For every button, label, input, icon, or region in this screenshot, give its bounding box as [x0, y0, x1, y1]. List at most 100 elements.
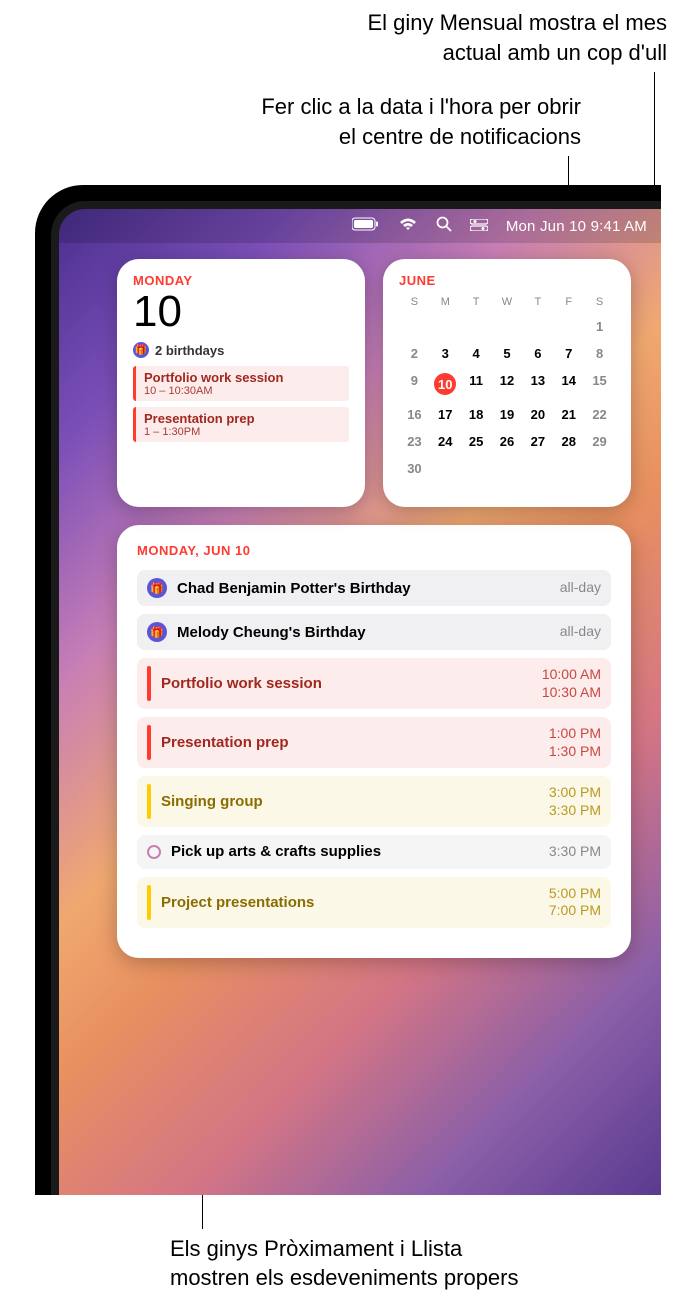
battery-icon[interactable] — [352, 217, 380, 235]
month-day: 12 — [492, 368, 523, 400]
month-day: 22 — [584, 402, 615, 427]
birthdays-row: 🎁 2 birthdays — [133, 342, 349, 358]
month-dow: S — [399, 296, 430, 312]
event-title: Presentation prep — [161, 734, 549, 751]
month-day: 17 — [430, 402, 461, 427]
callout-list-widget: Els ginys Pròximament i Llista mostren e… — [170, 1234, 519, 1293]
today-event: Presentation prep1 – 1:30PM — [133, 407, 349, 442]
list-widget[interactable]: MONDAY, JUN 10 🎁 Chad Benjamin Potter's B… — [117, 525, 631, 958]
list-event-row: 🎁 Melody Cheung's Birthdayall-day — [137, 614, 611, 650]
list-event-row: 🎁 Chad Benjamin Potter's Birthdayall-day — [137, 570, 611, 606]
month-day — [553, 456, 584, 481]
month-day: 6 — [522, 341, 553, 366]
event-time: all-day — [560, 579, 601, 597]
gift-icon: 🎁 — [147, 622, 167, 642]
event-title: Portfolio work session — [161, 675, 542, 692]
month-day: 20 — [522, 402, 553, 427]
birthdays-count: 2 birthdays — [155, 343, 224, 358]
month-day — [430, 456, 461, 481]
today-day-label: MONDAY — [133, 273, 349, 288]
event-color-bar — [147, 666, 151, 701]
month-day: 25 — [461, 429, 492, 454]
list-event-row: Portfolio work session10:00 AM10:30 AM — [137, 658, 611, 709]
event-time: all-day — [560, 623, 601, 641]
event-time: 3:30 PM — [549, 843, 601, 861]
list-header: MONDAY, JUN 10 — [137, 543, 611, 558]
month-day: 23 — [399, 429, 430, 454]
month-day: 4 — [461, 341, 492, 366]
desktop: Mon Jun 10 9:41 AM MONDAY 10 🎁 2 birthda… — [59, 209, 661, 1195]
event-time: 10:00 AM10:30 AM — [542, 666, 601, 701]
today-event: Portfolio work session10 – 10:30AM — [133, 366, 349, 401]
month-dow: F — [553, 296, 584, 312]
list-event-row: Presentation prep1:00 PM1:30 PM — [137, 717, 611, 768]
gift-icon: 🎁 — [147, 578, 167, 598]
month-day — [461, 314, 492, 339]
month-dow: W — [492, 296, 523, 312]
screen-bezel: Mon Jun 10 9:41 AM MONDAY 10 🎁 2 birthda… — [51, 201, 661, 1195]
month-day — [492, 314, 523, 339]
event-time: 1:00 PM1:30 PM — [549, 725, 601, 760]
month-day: 28 — [553, 429, 584, 454]
event-title: Presentation prep — [144, 411, 341, 426]
month-day: 9 — [399, 368, 430, 400]
month-dow: S — [584, 296, 615, 312]
month-day: 19 — [492, 402, 523, 427]
month-day — [399, 314, 430, 339]
month-day: 27 — [522, 429, 553, 454]
today-date-number: 10 — [133, 290, 349, 334]
list-event-row: Project presentations5:00 PM7:00 PM — [137, 877, 611, 928]
month-day — [492, 456, 523, 481]
month-day: 13 — [522, 368, 553, 400]
month-day: 26 — [492, 429, 523, 454]
month-day: 3 — [430, 341, 461, 366]
month-day — [522, 314, 553, 339]
month-day: 11 — [461, 368, 492, 400]
search-icon[interactable] — [436, 216, 452, 236]
control-center-icon[interactable] — [470, 218, 488, 235]
wifi-icon[interactable] — [398, 217, 418, 235]
event-title: Project presentations — [161, 894, 549, 911]
month-day: 21 — [553, 402, 584, 427]
month-dow: T — [522, 296, 553, 312]
widgets-area: MONDAY 10 🎁 2 birthdays Portfolio work s… — [117, 259, 631, 958]
month-dow: T — [461, 296, 492, 312]
event-time: 10 – 10:30AM — [144, 385, 341, 397]
event-time: 3:00 PM3:30 PM — [549, 784, 601, 819]
month-day — [584, 456, 615, 481]
month-day: 30 — [399, 456, 430, 481]
month-day: 7 — [553, 341, 584, 366]
month-day — [553, 314, 584, 339]
event-title: Pick up arts & crafts supplies — [171, 843, 549, 860]
month-dow: M — [430, 296, 461, 312]
event-color-bar — [147, 784, 151, 819]
callout-clock: Fer clic a la data i l'hora per obrir el… — [261, 92, 581, 151]
event-title: Melody Cheung's Birthday — [177, 624, 560, 641]
month-day — [461, 456, 492, 481]
month-day — [522, 456, 553, 481]
month-day: 18 — [461, 402, 492, 427]
reminder-circle-icon — [147, 845, 161, 859]
today-widget[interactable]: MONDAY 10 🎁 2 birthdays Portfolio work s… — [117, 259, 365, 507]
event-title: Chad Benjamin Potter's Birthday — [177, 580, 560, 597]
event-title: Portfolio work session — [144, 370, 341, 385]
month-day: 2 — [399, 341, 430, 366]
month-day: 15 — [584, 368, 615, 400]
month-day: 24 — [430, 429, 461, 454]
month-day: 14 — [553, 368, 584, 400]
month-day: 10 — [430, 368, 461, 400]
menubar-clock[interactable]: Mon Jun 10 9:41 AM — [506, 218, 647, 235]
event-time: 1 – 1:30PM — [144, 426, 341, 438]
list-event-row: Pick up arts & crafts supplies3:30 PM — [137, 835, 611, 869]
month-grid: SMTWTFS 12345678910111213141516171819202… — [399, 296, 615, 481]
month-widget[interactable]: JUNE SMTWTFS 123456789101112131415161718… — [383, 259, 631, 507]
callout-monthly-widget: El giny Mensual mostra el mes actual amb… — [367, 8, 667, 67]
month-day: 29 — [584, 429, 615, 454]
device-frame: Mon Jun 10 9:41 AM MONDAY 10 🎁 2 birthda… — [35, 185, 661, 1195]
event-color-bar — [147, 725, 151, 760]
month-day — [430, 314, 461, 339]
gift-icon: 🎁 — [133, 342, 149, 358]
month-day: 16 — [399, 402, 430, 427]
month-day: 5 — [492, 341, 523, 366]
list-event-row: Singing group3:00 PM3:30 PM — [137, 776, 611, 827]
